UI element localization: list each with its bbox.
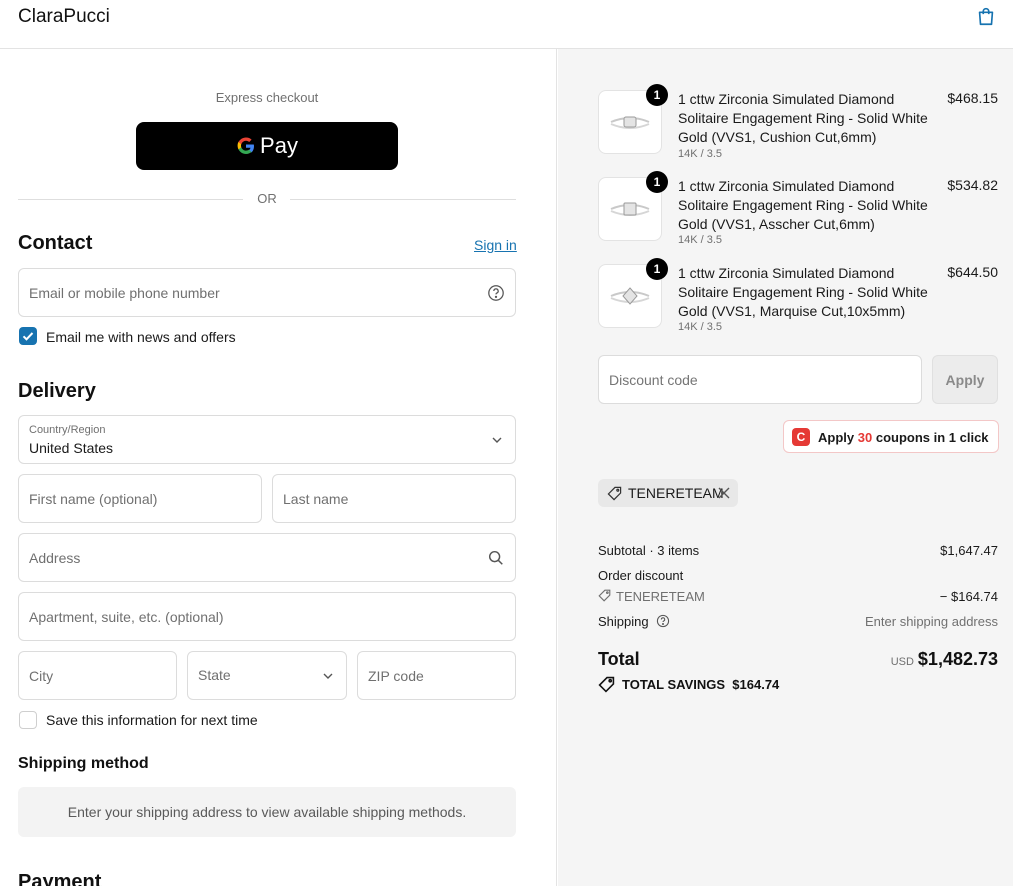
quantity-badge: 1 (646, 258, 668, 280)
brand-logo[interactable]: ClaraPucci (18, 6, 110, 28)
tag-icon (607, 486, 622, 501)
city-field[interactable] (18, 651, 177, 700)
address-field[interactable] (18, 533, 516, 582)
google-pay-label: Pay (260, 133, 298, 158)
payment-title: Payment (18, 871, 102, 886)
cart-item: 1 1 cttw Zirconia Simulated Diamond Soli… (598, 84, 998, 170)
item-name: 1 cttw Zirconia Simulated Diamond Solita… (678, 265, 928, 319)
first-name-input[interactable] (19, 475, 261, 522)
city-input[interactable] (19, 652, 176, 699)
coupon-text: Apply 30 coupons in 1 click (818, 430, 989, 445)
email-input[interactable] (19, 269, 515, 316)
order-summary: 1 1 cttw Zirconia Simulated Diamond Soli… (558, 49, 1013, 886)
savings-label: TOTAL SAVINGS (622, 677, 726, 692)
quantity-badge: 1 (646, 171, 668, 193)
tag-icon (598, 676, 615, 693)
email-field[interactable] (18, 268, 516, 317)
sign-in-link[interactable]: Sign in (474, 237, 517, 253)
chevron-down-icon (323, 673, 333, 679)
order-discount-value: − $164.74 (939, 589, 998, 604)
item-price: $644.50 (947, 264, 998, 280)
country-select[interactable]: Country/Region United States (18, 415, 516, 464)
item-variant: 14K / 3.5 (678, 321, 723, 333)
search-icon[interactable] (487, 549, 505, 567)
state-select[interactable]: State (187, 651, 347, 700)
apartment-input[interactable] (19, 593, 515, 640)
total-savings: TOTAL SAVINGS $164.74 (622, 677, 779, 692)
remove-discount-icon[interactable] (718, 487, 730, 499)
state-label: State (198, 667, 231, 683)
header: ClaraPucci (0, 0, 1013, 49)
chevron-down-icon (492, 437, 502, 443)
delivery-title: Delivery (18, 380, 96, 402)
apartment-field[interactable] (18, 592, 516, 641)
or-divider: OR (18, 191, 516, 207)
subtotal-value: $1,647.47 (940, 543, 998, 558)
coupon-count: 30 (857, 430, 873, 445)
total-label: Total (598, 649, 640, 669)
save-info-label: Save this information for next time (46, 712, 258, 728)
apply-coupons-button[interactable]: C Apply 30 coupons in 1 click (783, 420, 999, 453)
first-name-field[interactable] (18, 474, 262, 523)
item-name: 1 cttw Zirconia Simulated Diamond Solita… (678, 178, 928, 232)
checkout-form: Express checkout Pay OR Contact Sign in … (0, 49, 557, 886)
discount-code-input[interactable] (599, 356, 921, 403)
contact-title: Contact (18, 232, 93, 254)
save-info-checkbox[interactable] (19, 711, 37, 729)
shipping-value: Enter shipping address (865, 614, 998, 629)
newsletter-label: Email me with news and offers (46, 329, 236, 345)
shopping-bag-icon[interactable] (975, 5, 997, 27)
order-discount-code: TENERETEAM (616, 589, 705, 604)
total-value: $1,482.73 (917, 649, 998, 669)
item-name: 1 cttw Zirconia Simulated Diamond Solita… (678, 91, 928, 145)
item-variant: 14K / 3.5 (678, 234, 723, 246)
item-variant: 14K / 3.5 (678, 148, 723, 160)
subtotal-label: Subtotal · 3 items (598, 543, 700, 558)
newsletter-checkbox[interactable] (19, 327, 37, 345)
total-amount: USD $1,482.73 (891, 649, 998, 670)
shipping-label: Shipping (598, 614, 649, 629)
tag-icon (598, 589, 611, 602)
savings-value: $164.74 (732, 677, 780, 692)
cart-item: 1 1 cttw Zirconia Simulated Diamond Soli… (598, 258, 998, 344)
shipping-method-message: Enter your shipping address to view avai… (18, 787, 516, 837)
currency-code: USD (890, 656, 914, 668)
discount-code-field[interactable] (598, 355, 922, 404)
item-price: $534.82 (947, 177, 998, 193)
order-discount-label: Order discount (598, 568, 684, 583)
last-name-field[interactable] (272, 474, 516, 523)
google-pay-button[interactable]: Pay (136, 122, 398, 170)
zip-input[interactable] (358, 652, 515, 699)
applied-discount-tag: TENERETEAM (598, 479, 738, 507)
help-circle-icon[interactable] (656, 614, 670, 628)
coupon-prefix: Apply (818, 430, 855, 445)
help-circle-icon[interactable] (487, 284, 505, 302)
zip-field[interactable] (357, 651, 516, 700)
country-label: Country/Region (29, 424, 106, 436)
address-input[interactable] (19, 534, 515, 581)
last-name-input[interactable] (273, 475, 515, 522)
apply-discount-button[interactable]: Apply (932, 355, 998, 404)
applied-code: TENERETEAM (628, 485, 724, 501)
coupon-suffix: coupons in 1 click (875, 430, 989, 445)
country-value: United States (29, 440, 114, 456)
cart-item: 1 1 cttw Zirconia Simulated Diamond Soli… (598, 171, 998, 257)
item-price: $468.15 (947, 90, 998, 106)
google-g-icon (237, 137, 255, 154)
shipping-method-title: Shipping method (18, 755, 149, 772)
or-label: OR (257, 191, 277, 206)
checkmark-icon (22, 332, 34, 341)
express-checkout-label: Express checkout (215, 90, 319, 105)
coupon-extension-icon: C (792, 428, 810, 446)
quantity-badge: 1 (646, 84, 668, 106)
